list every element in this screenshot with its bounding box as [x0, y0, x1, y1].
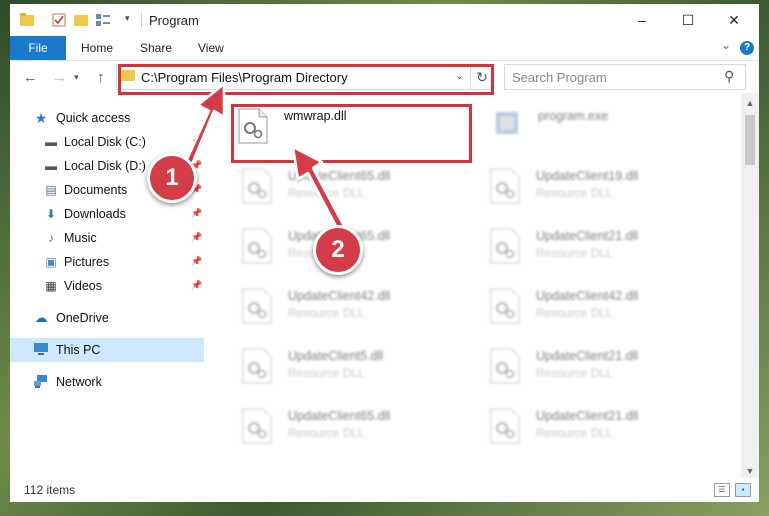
explorer-window: ▾ Program – ☐ ✕ File Home Share View ⌄ ?…	[10, 4, 759, 502]
arrow-2	[291, 145, 346, 232]
arrow-1	[182, 82, 226, 171]
annotation-arrows	[182, 82, 346, 232]
step-badge-2: 2	[313, 225, 363, 275]
step-badge-1: 1	[147, 153, 197, 203]
